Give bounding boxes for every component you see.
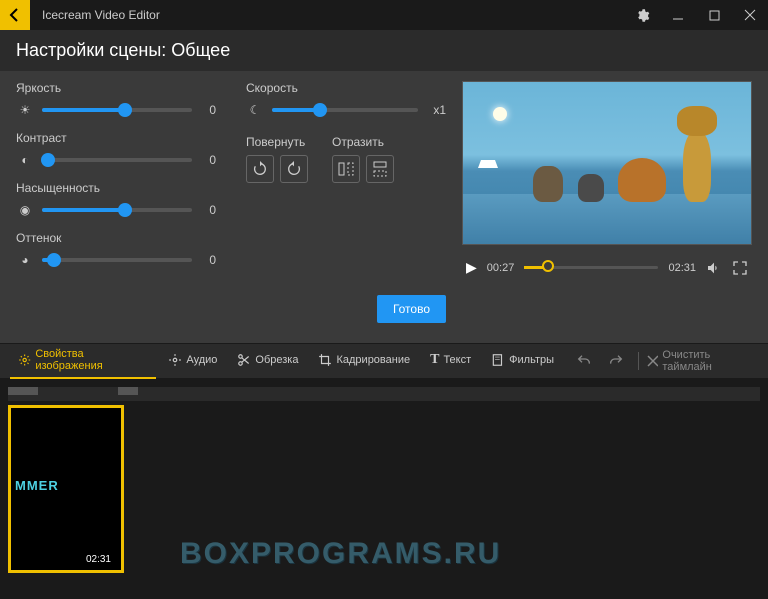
hue-value: 0 xyxy=(200,253,216,267)
contrast-icon: ◐ xyxy=(16,151,34,169)
rotate-ccw-button[interactable] xyxy=(280,155,308,183)
player-controls: ▶ 00:27 02:31 xyxy=(462,259,752,276)
window-controls xyxy=(624,0,768,30)
filters-icon xyxy=(491,353,505,367)
saturation-icon: ◉ xyxy=(16,201,34,219)
titlebar: Icecream Video Editor xyxy=(0,0,768,30)
preview-area: ▶ 00:27 02:31 xyxy=(462,81,752,331)
timeline-clip[interactable]: MMER 02:31 xyxy=(8,405,124,573)
hue-slider[interactable] xyxy=(42,258,192,262)
clear-timeline-button[interactable]: Очистить таймлайн xyxy=(647,349,758,373)
gear-icon xyxy=(18,353,31,367)
fullscreen-button[interactable] xyxy=(732,260,748,276)
total-time: 02:31 xyxy=(668,262,696,274)
clip-duration: 02:31 xyxy=(82,553,115,566)
contrast-slider[interactable] xyxy=(42,158,192,162)
flip-v-icon xyxy=(372,161,388,177)
scissors-icon xyxy=(237,353,251,367)
tab-crop[interactable]: Кадрирование xyxy=(310,343,418,379)
undo-button[interactable] xyxy=(570,349,598,373)
audio-icon xyxy=(168,353,182,367)
progress-slider[interactable] xyxy=(524,266,658,269)
close-icon xyxy=(744,9,756,21)
tab-label: Кадрирование xyxy=(336,354,410,366)
app-title: Icecream Video Editor xyxy=(42,8,160,22)
main-area: Яркость ☀ 0 Контраст ◐ 0 Насыщенность xyxy=(0,71,768,343)
speed-rotate-controls: Скорость ☾ x1 Повернуть Отразить xyxy=(246,81,446,281)
fullscreen-icon xyxy=(732,260,748,276)
contrast-value: 0 xyxy=(200,153,216,167)
back-button[interactable] xyxy=(0,0,30,30)
rotate-cw-button[interactable] xyxy=(246,155,274,183)
crop-icon xyxy=(318,353,332,367)
tab-label: Обрезка xyxy=(255,354,298,366)
rotate-ccw-icon xyxy=(286,161,302,177)
scene-settings-title: Настройки сцены: Общее xyxy=(0,30,768,71)
rotate-label: Повернуть xyxy=(246,135,308,149)
brightness-slider[interactable] xyxy=(42,108,192,112)
tab-text[interactable]: T Текст xyxy=(422,343,479,379)
brightness-value: 0 xyxy=(200,103,216,117)
tab-label: Свойства изображения xyxy=(35,348,148,372)
flip-horizontal-button[interactable] xyxy=(332,155,360,183)
redo-icon xyxy=(608,353,624,369)
settings-button[interactable] xyxy=(624,0,660,30)
volume-icon xyxy=(706,260,722,276)
play-button[interactable]: ▶ xyxy=(466,259,477,276)
maximize-icon xyxy=(709,10,720,21)
tab-audio[interactable]: Аудио xyxy=(160,343,225,379)
saturation-label: Насыщенность xyxy=(16,181,216,195)
brightness-icon: ☀ xyxy=(16,101,34,119)
brightness-label: Яркость xyxy=(16,81,216,95)
undo-icon xyxy=(576,353,592,369)
speed-label: Скорость xyxy=(246,81,446,95)
hue-label: Оттенок xyxy=(16,231,216,245)
gear-icon xyxy=(635,8,650,23)
maximize-button[interactable] xyxy=(696,0,732,30)
close-icon xyxy=(647,355,658,367)
timeline[interactable]: MMER 02:31 BOXPROGRAMS.RU xyxy=(0,379,768,599)
tab-label: Фильтры xyxy=(509,354,554,366)
timeline-ruler[interactable] xyxy=(8,387,760,401)
adjustment-controls: Яркость ☀ 0 Контраст ◐ 0 Насыщенность xyxy=(16,81,216,281)
volume-button[interactable] xyxy=(706,260,722,276)
flip-label: Отразить xyxy=(332,135,394,149)
speed-value: x1 xyxy=(426,103,446,117)
watermark-text: BOXPROGRAMS.RU xyxy=(180,537,501,571)
minimize-button[interactable] xyxy=(660,0,696,30)
speed-slider[interactable] xyxy=(272,108,418,112)
clip-overlay-text: MMER xyxy=(15,478,59,493)
tab-label: Аудио xyxy=(186,354,217,366)
flip-vertical-button[interactable] xyxy=(366,155,394,183)
hue-icon: ◕ xyxy=(16,251,34,269)
redo-button[interactable] xyxy=(602,349,630,373)
tab-filters[interactable]: Фильтры xyxy=(483,343,562,379)
text-icon: T xyxy=(430,352,439,368)
done-button[interactable]: Готово xyxy=(377,295,446,323)
editor-toolbar: Свойства изображения Аудио Обрезка Кадри… xyxy=(0,343,768,379)
video-preview[interactable] xyxy=(462,81,752,245)
minimize-icon xyxy=(672,9,684,21)
tab-label: Текст xyxy=(443,354,471,366)
flip-h-icon xyxy=(338,161,354,177)
current-time: 00:27 xyxy=(487,262,515,274)
saturation-value: 0 xyxy=(200,203,216,217)
clear-label: Очистить таймлайн xyxy=(662,349,758,373)
close-button[interactable] xyxy=(732,0,768,30)
tab-trim[interactable]: Обрезка xyxy=(229,343,306,379)
speed-icon: ☾ xyxy=(246,101,264,119)
saturation-slider[interactable] xyxy=(42,208,192,212)
tab-image-properties[interactable]: Свойства изображения xyxy=(10,343,156,379)
rotate-cw-icon xyxy=(252,161,268,177)
contrast-label: Контраст xyxy=(16,131,216,145)
